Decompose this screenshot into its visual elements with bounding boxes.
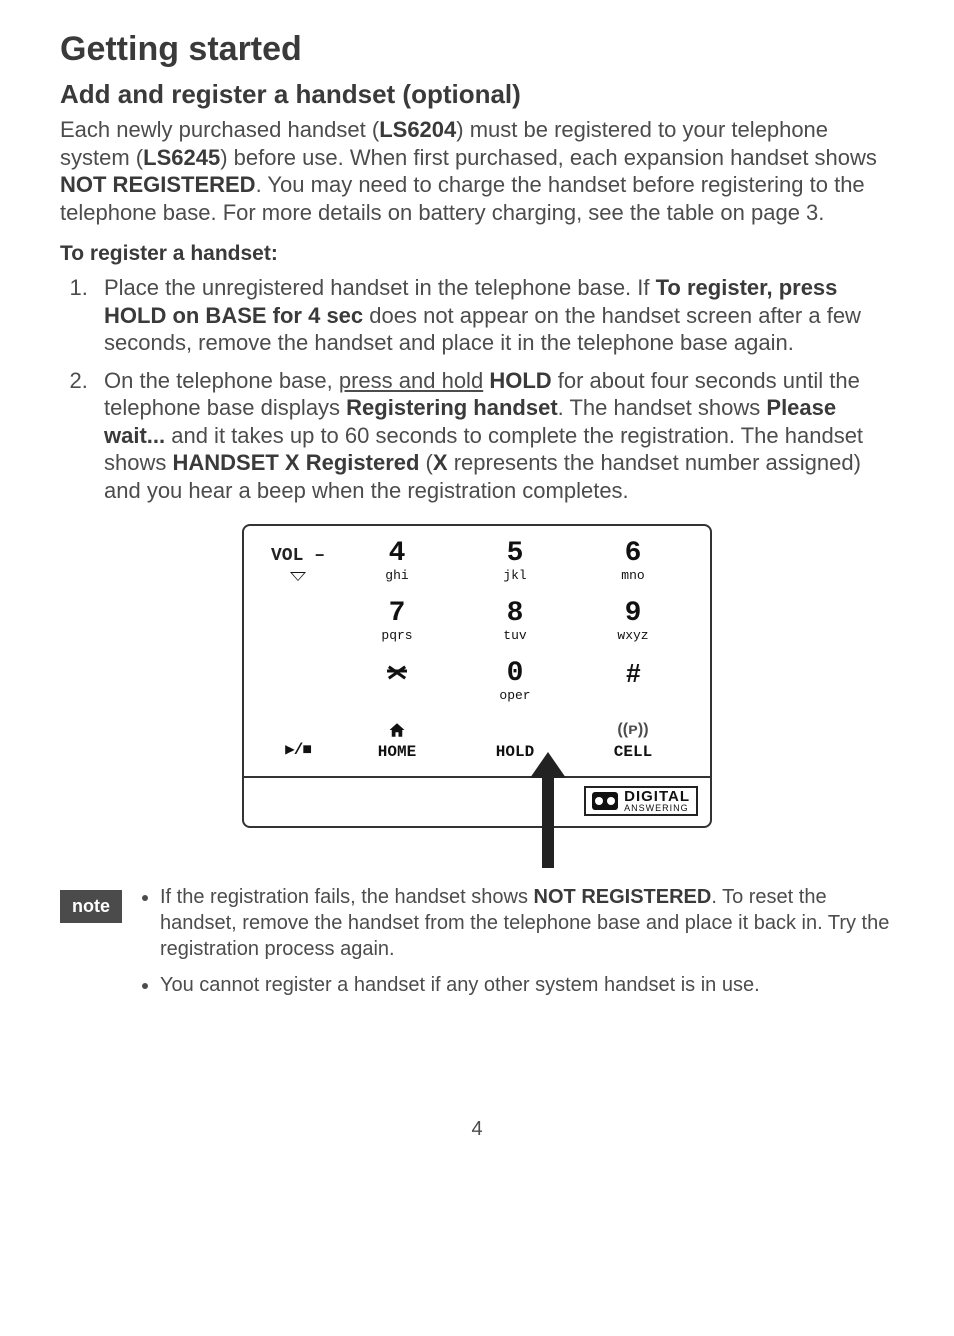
key-cell: ((ᴩ)) CELL (574, 720, 692, 760)
key-8: 8 tuv (456, 600, 574, 642)
text: ( (419, 450, 432, 475)
note-item-2: You cannot register a handset if any oth… (160, 972, 894, 998)
key-number: 4 (389, 540, 406, 568)
digital-text: DIGITAL ANSWERING (624, 790, 690, 812)
note-block: note If the registration fails, the hand… (60, 884, 894, 1008)
page-heading: Getting started (60, 30, 894, 69)
note-list: If the registration fails, the handset s… (136, 884, 894, 1008)
home-label: HOME (378, 744, 416, 760)
key-5: 5 jkl (456, 540, 574, 582)
registering-text: Registering handset (346, 395, 557, 420)
step-1: Place the unregistered handset in the te… (94, 274, 894, 357)
vol-down-key: VOL – (258, 540, 338, 582)
key-4: 4 ghi (338, 540, 456, 582)
key-number: 0 (507, 660, 524, 688)
antenna-icon: ((ᴩ)) (617, 720, 648, 740)
key-letters: jkl (503, 569, 526, 582)
playstop-key: ▶/■ (258, 720, 338, 760)
key-number: 8 (507, 600, 524, 628)
key-number: 5 (507, 540, 524, 568)
note-item-1: If the registration fails, the handset s… (160, 884, 894, 962)
key-letters: pqrs (381, 629, 412, 642)
tape-icon (592, 792, 618, 810)
model-system: LS6245 (143, 145, 220, 170)
hash-icon: # (626, 660, 640, 686)
text: Place the unregistered handset in the te… (104, 275, 656, 300)
key-letters: ghi (385, 569, 408, 582)
hold-label: HOLD (489, 368, 551, 393)
key-number: 6 (625, 540, 642, 568)
phone-base: VOL – 4 ghi 5 jkl 6 mno 7 p (242, 524, 712, 828)
key-home: HOME (338, 720, 456, 760)
callout-arrow-icon (530, 752, 566, 868)
cell-label: CELL (614, 744, 652, 760)
page-number: 4 (60, 1118, 894, 1141)
phone-figure: VOL – 4 ghi 5 jkl 6 mno 7 p (60, 524, 894, 828)
key-star (338, 660, 456, 702)
steps-list: Place the unregistered handset in the te… (60, 274, 894, 504)
press-and-hold: press and hold (339, 368, 483, 393)
text: . The handset shows (558, 395, 767, 420)
phone-keypad-grid: VOL – 4 ghi 5 jkl 6 mno 7 p (244, 526, 710, 776)
key-number: 7 (389, 600, 406, 628)
not-registered-text: NOT REGISTERED (60, 172, 256, 197)
handset-registered-text: HANDSET X Registered (172, 450, 419, 475)
star-icon (387, 660, 407, 682)
digital-answering-badge: DIGITAL ANSWERING (584, 786, 698, 816)
text: ) before use. When first purchased, each… (220, 145, 877, 170)
key-hash: # (574, 660, 692, 702)
play-stop-icon: ▶/■ (285, 739, 311, 759)
key-7: 7 pqrs (338, 600, 456, 642)
text: On the telephone base, (104, 368, 339, 393)
key-9: 9 wxyz (574, 600, 692, 642)
key-6: 6 mno (574, 540, 692, 582)
text: Each newly purchased handset ( (60, 117, 379, 142)
chevron-down-icon (290, 572, 306, 581)
key-number: 9 (625, 600, 642, 628)
section-heading: Add and register a handset (optional) (60, 79, 894, 110)
sub-heading: To register a handset: (60, 242, 894, 266)
key-letters: tuv (503, 629, 526, 642)
key-letters: mno (621, 569, 644, 582)
phone-bottom-bar: DIGITAL ANSWERING (244, 776, 710, 826)
page-root: Getting started Add and register a hands… (0, 0, 954, 1181)
step-2: On the telephone base, press and hold HO… (94, 367, 894, 505)
text: If the registration fails, the handset s… (160, 886, 534, 908)
key-letters: wxyz (617, 629, 648, 642)
home-icon (388, 720, 406, 740)
digital-label-bottom: ANSWERING (624, 804, 690, 812)
note-badge: note (60, 890, 122, 923)
not-registered-text: NOT REGISTERED (534, 886, 712, 908)
hold-label: HOLD (496, 744, 534, 760)
digital-label-top: DIGITAL (624, 790, 690, 804)
model-handset: LS6204 (379, 117, 456, 142)
intro-paragraph: Each newly purchased handset (LS6204) mu… (60, 116, 894, 226)
x-placeholder: X (433, 450, 448, 475)
key-letters: oper (499, 689, 530, 702)
vol-minus-label: VOL – (271, 546, 325, 566)
key-0: 0 oper (456, 660, 574, 702)
